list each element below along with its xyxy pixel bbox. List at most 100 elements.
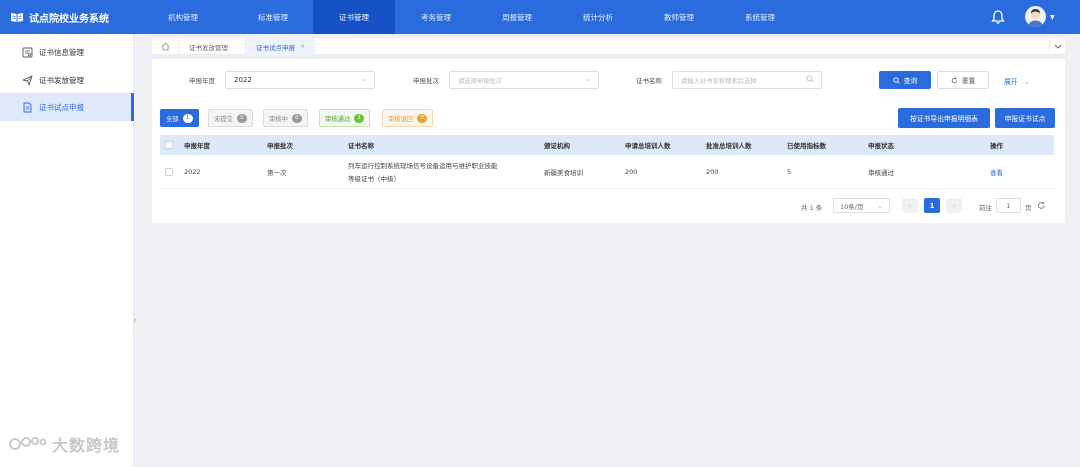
column-header: 申报状态 <box>868 142 894 150</box>
chevron-down-icon[interactable] <box>1049 38 1065 55</box>
certificate-info-icon <box>22 47 33 58</box>
user-avatar[interactable] <box>1025 6 1046 27</box>
column-header: 申报年度 <box>184 142 210 150</box>
column-header: 颁证机构 <box>544 142 570 150</box>
chevron-down-icon: ⌄ <box>361 75 367 83</box>
sidebar-item-certificate-pilot-application[interactable]: 证书试点申报 <box>0 93 134 121</box>
next-page-button[interactable]: › <box>946 198 962 213</box>
watermark: 大数跨境 <box>8 432 120 456</box>
chip-count: 0 <box>236 113 247 123</box>
nav-weekly-report-management[interactable]: 周报管理 <box>476 0 558 34</box>
top-navigation-bar: 试点院校业务系统 机构管理 标准管理 证书管理 考务管理 周报管理 统计分析 教… <box>0 0 1080 34</box>
chevron-down-icon: ⌄ <box>877 201 883 210</box>
sidebar-item-certificate-issuance[interactable]: 证书发放管理 <box>0 66 134 94</box>
batch-placeholder: 请选择申报批次 <box>458 77 503 85</box>
cell-issuing-org: 新疆美食培训 <box>544 169 583 177</box>
chip-label: 审核通过 <box>325 115 351 123</box>
column-header: 已使用指标数 <box>787 142 826 150</box>
app-title: 试点院校业务系统 <box>29 13 109 25</box>
chip-count: 1 <box>354 113 365 123</box>
query-label: 查询 <box>903 77 918 85</box>
status-chip-not-submitted[interactable]: 未提交 0 <box>208 109 253 127</box>
nav-certificate-management[interactable]: 证书管理 <box>313 0 395 34</box>
certificate-name-input[interactable]: 请输入证书名称搜索后选择 <box>672 71 822 89</box>
cell-batch: 第一次 <box>267 169 287 177</box>
sidebar-item-label: 证书信息管理 <box>39 47 84 57</box>
reset-button[interactable]: 重置 <box>937 71 989 89</box>
send-icon <box>22 75 33 86</box>
status-chip-under-review[interactable]: 审核中 0 <box>263 109 308 127</box>
bell-icon[interactable] <box>990 9 1006 25</box>
chevron-down-icon: ⌄ <box>585 75 591 83</box>
watermark-text: 大数跨境 <box>52 436 121 455</box>
cell-status: 审核通过 <box>868 169 894 177</box>
goto-value: 1 <box>1006 201 1011 210</box>
year-value: 2022 <box>234 76 252 84</box>
apply-pilot-button[interactable]: 申报证书试点 <box>995 108 1055 128</box>
certificate-name-label: 证书名称 <box>636 77 662 85</box>
certificate-name-placeholder: 请输入证书名称搜索后选择 <box>681 77 757 85</box>
batch-select[interactable]: 请选择申报批次 ⌄ <box>449 71 599 89</box>
status-chip-approved[interactable]: 审核通过 1 <box>319 109 371 127</box>
nav-institution-management[interactable]: 机构管理 <box>142 0 224 34</box>
goto-label: 前往 <box>979 204 992 212</box>
tab-label: 证书发放管理 <box>189 43 228 52</box>
chip-count: 0 <box>291 113 302 123</box>
nav-teacher-management[interactable]: 教师管理 <box>638 0 720 34</box>
sidebar-collapse-icon[interactable]: ‹ <box>131 313 139 329</box>
batch-label: 申报批次 <box>413 77 439 85</box>
page-size-value: 10条/页 <box>840 202 864 211</box>
prev-page-button[interactable]: ‹ <box>902 198 918 213</box>
home-icon[interactable] <box>152 38 178 55</box>
query-button[interactable]: 查询 <box>879 71 931 89</box>
column-header: 证书名称 <box>348 142 374 150</box>
column-header: 申请总培训人数 <box>625 142 671 150</box>
cell-year: 2022 <box>184 168 201 176</box>
column-header: 操作 <box>990 142 1003 150</box>
watermark-logo-icon <box>9 437 47 450</box>
avatar-dropdown-icon[interactable]: ▼ <box>1050 14 1055 21</box>
status-chip-all[interactable]: 全部 1 <box>160 109 199 127</box>
page-tab-strip: 证书发放管理 证书试点申报 × <box>152 38 1065 55</box>
row-checkbox[interactable] <box>165 168 173 176</box>
select-all-checkbox[interactable] <box>165 141 173 149</box>
nav-statistics-analysis[interactable]: 统计分析 <box>557 0 639 34</box>
page-size-select[interactable]: 10条/页 ⌄ <box>833 198 890 213</box>
chip-count: 1 <box>182 113 193 123</box>
column-header: 申报批次 <box>267 142 293 150</box>
nav-standard-management[interactable]: 标准管理 <box>232 0 314 34</box>
table-row: 2022 第一次 列车运行控制系统现场信号设备运用与维护职业技能 等级证书（中级… <box>160 155 1054 189</box>
sidebar-item-certificate-info[interactable]: 证书信息管理 <box>0 38 134 66</box>
view-link[interactable]: 查看 <box>990 155 1003 189</box>
tab-certificate-pilot-application[interactable]: 证书试点申报 × <box>245 38 316 55</box>
page-1-button[interactable]: 1 <box>924 198 940 213</box>
cell-name-line2: 等级证书（中级） <box>348 175 400 183</box>
expand-label: 展开 <box>1004 78 1018 86</box>
export-details-button[interactable]: 按证书导出申报明细表 <box>898 108 990 128</box>
close-icon[interactable]: × <box>300 43 305 50</box>
goto-page-input[interactable]: 1 <box>996 198 1021 213</box>
chip-label: 审核退回 <box>388 115 414 123</box>
tab-label: 证书试点申报 <box>256 43 295 52</box>
chevron-down-icon: ⌄ <box>1023 78 1030 86</box>
cell-used-quota: 5 <box>787 168 792 176</box>
chip-count: 0 <box>417 113 428 123</box>
table-header: 申报年度 申报批次 证书名称 颁证机构 申请总培训人数 批准总培训人数 已使用指… <box>160 135 1054 155</box>
year-select[interactable]: 2022 ⌄ <box>225 71 375 89</box>
reset-label: 重置 <box>961 77 976 85</box>
expand-button[interactable]: 展开 ⌄ <box>1004 76 1029 86</box>
nav-system-management[interactable]: 系统管理 <box>719 0 801 34</box>
tab-certificate-issuance[interactable]: 证书发放管理 <box>178 38 238 55</box>
cell-name-line1: 列车运行控制系统现场信号设备运用与维护职业技能 <box>348 162 498 170</box>
book-logo-icon <box>10 12 24 23</box>
year-label: 申报年度 <box>189 77 215 85</box>
total-count: 共 1 条 <box>801 204 823 212</box>
chip-label: 未提交 <box>214 115 233 123</box>
status-chip-returned[interactable]: 审核退回 0 <box>382 109 434 127</box>
search-icon <box>893 76 900 84</box>
chip-label: 全部 <box>166 115 179 123</box>
refresh-icon[interactable] <box>1037 201 1046 212</box>
nav-exam-management[interactable]: 考务管理 <box>395 0 477 34</box>
sidebar: 证书信息管理 证书发放管理 证书试点申报 <box>0 34 134 467</box>
sidebar-item-label: 证书发放管理 <box>39 75 84 85</box>
